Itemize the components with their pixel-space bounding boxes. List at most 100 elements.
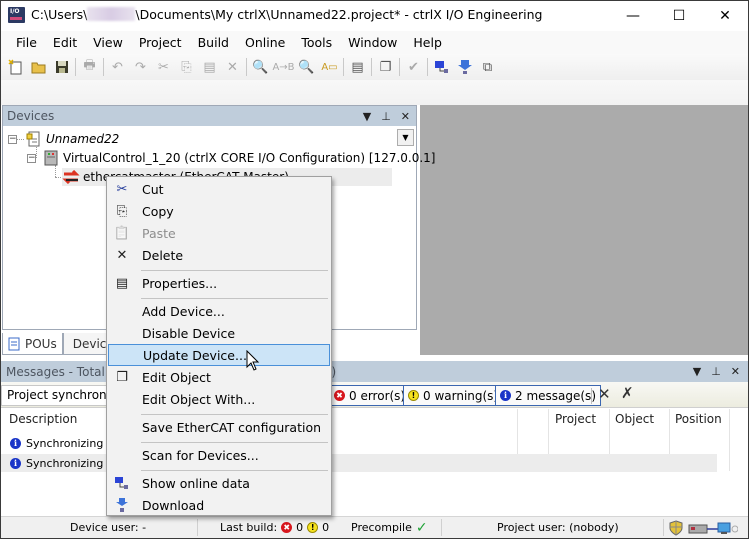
- connection-status[interactable]: [688, 517, 738, 538]
- properties-icon[interactable]: ▤: [346, 56, 369, 78]
- clear-messages-icon[interactable]: ✕: [598, 385, 611, 403]
- warning-icon: !: [408, 390, 419, 401]
- cut-icon[interactable]: ✂: [152, 56, 175, 78]
- replace-in-project-icon[interactable]: A▭: [318, 56, 341, 78]
- menu-item-properties[interactable]: ▤ Properties...: [108, 272, 330, 294]
- panel-close-icon[interactable]: ✕: [401, 110, 410, 123]
- messages-filter-button[interactable]: i 2 message(s): [495, 385, 601, 406]
- device-user-status: Device user: -: [70, 517, 146, 538]
- column-project[interactable]: Project: [555, 412, 596, 426]
- replace-icon[interactable]: A→B: [272, 56, 295, 78]
- status-separator: [663, 519, 664, 536]
- menu-item-show-online-data[interactable]: Show online data: [108, 472, 330, 494]
- error-icon: ✖: [334, 390, 345, 401]
- compile-check-icon[interactable]: ✔: [402, 56, 425, 78]
- online-data-icon[interactable]: [430, 56, 453, 78]
- paste-icon[interactable]: ▤: [198, 56, 221, 78]
- menu-separator: [141, 470, 328, 471]
- panel-menu-icon[interactable]: ▼: [363, 110, 371, 123]
- project-user-status: Project user: (nobody): [497, 517, 619, 538]
- close-button[interactable]: ✕: [702, 0, 748, 31]
- menu-item-label: Add Device...: [142, 303, 225, 319]
- find-icon[interactable]: 🔍: [249, 56, 272, 78]
- tree-item-controller[interactable]: − VirtualControl_1_20 (ctrlX CORE I/O Co…: [27, 149, 436, 167]
- menu-item-edit-object[interactable]: ❐ Edit Object: [108, 366, 330, 388]
- collapse-icon[interactable]: −: [27, 153, 36, 163]
- error-icon: ✖: [281, 522, 293, 533]
- menu-item-delete[interactable]: ✕ Delete: [108, 244, 330, 266]
- toolbar-strip: [1, 80, 748, 105]
- menu-item-scan-for-devices[interactable]: Scan for Devices...: [108, 444, 330, 466]
- duplicate-icon[interactable]: ⧉: [476, 56, 499, 78]
- clear-all-messages-icon[interactable]: ✗: [621, 384, 634, 402]
- panel-menu-icon[interactable]: ▼: [693, 365, 701, 378]
- controller-icon: [44, 150, 58, 166]
- undo-icon[interactable]: ↶: [106, 56, 129, 78]
- toolbar-separator: [371, 58, 372, 76]
- title-prefix: C:\Users\: [31, 7, 88, 22]
- maximize-button[interactable]: ☐: [656, 0, 702, 31]
- menu-help[interactable]: Help: [405, 32, 450, 54]
- info-icon: i: [10, 437, 21, 449]
- panel-close-icon[interactable]: ✕: [731, 365, 740, 378]
- column-object[interactable]: Object: [615, 412, 654, 426]
- menu-item-cut[interactable]: ✂ Cut: [108, 178, 330, 200]
- delete-icon: ✕: [116, 247, 128, 263]
- menu-item-add-device[interactable]: Add Device...: [108, 300, 330, 322]
- menu-item-label: Scan for Devices...: [142, 447, 259, 463]
- menu-item-download[interactable]: Download: [108, 494, 330, 516]
- warnings-filter-button[interactable]: ! 0 warning(s): [403, 385, 504, 406]
- menu-item-disable-device[interactable]: Disable Device: [108, 322, 330, 344]
- open-object-icon[interactable]: ❐: [374, 56, 397, 78]
- menu-view[interactable]: View: [85, 32, 131, 54]
- menu-separator: [141, 442, 328, 443]
- pin-icon[interactable]: ⊥: [711, 365, 721, 378]
- menu-edit[interactable]: Edit: [45, 32, 85, 54]
- menu-build[interactable]: Build: [190, 32, 237, 54]
- column-description[interactable]: Description: [9, 412, 77, 426]
- context-menu: ✂ Cut ⎘ Copy 📋 Paste ✕ Delete ▤ Properti…: [106, 176, 332, 516]
- menu-tools[interactable]: Tools: [293, 32, 340, 54]
- tree-dropdown-button[interactable]: ▼: [397, 129, 414, 146]
- column-position[interactable]: Position: [675, 412, 722, 426]
- menu-item-label: Update Device...: [143, 347, 247, 363]
- close-icon: ✕: [719, 7, 731, 24]
- tab-pous[interactable]: POUs: [2, 333, 63, 355]
- ethercat-icon: [62, 170, 80, 184]
- info-icon: i: [500, 390, 511, 401]
- menu-window[interactable]: Window: [340, 32, 405, 54]
- tree-item-project[interactable]: − Unnamed22: [8, 130, 119, 148]
- menu-item-update-device[interactable]: Update Device...: [108, 344, 330, 366]
- redo-icon[interactable]: ↷: [129, 56, 152, 78]
- save-icon[interactable]: [50, 56, 73, 78]
- menu-online[interactable]: Online: [237, 32, 293, 54]
- menu-item-edit-object-with[interactable]: Edit Object With...: [108, 388, 330, 410]
- menu-item-paste[interactable]: 📋 Paste: [108, 222, 330, 244]
- last-build-errors: 0: [296, 521, 304, 534]
- errors-filter-button[interactable]: ✖ 0 error(s): [329, 385, 411, 406]
- delete-icon[interactable]: ✕: [221, 56, 244, 78]
- menu-item-save-ethercat-configuration[interactable]: Save EtherCAT configuration: [108, 416, 330, 438]
- minimize-button[interactable]: —: [610, 0, 656, 31]
- pous-icon: [8, 337, 20, 350]
- warning-icon: !: [307, 522, 319, 533]
- copy-icon[interactable]: ⎘: [175, 56, 198, 78]
- menu-file[interactable]: File: [8, 32, 45, 54]
- properties-icon: ▤: [115, 275, 129, 291]
- find-in-project-icon[interactable]: 🔍: [295, 56, 318, 78]
- new-project-icon[interactable]: [4, 56, 27, 78]
- collapse-icon[interactable]: −: [8, 134, 17, 144]
- open-folder-icon[interactable]: [27, 56, 50, 78]
- devices-panel-title: Devices: [7, 109, 55, 123]
- menu-project[interactable]: Project: [131, 32, 190, 54]
- column-divider: [729, 409, 730, 471]
- panel-tabs: POUs Devices: [2, 333, 115, 355]
- precompile-status: Precompile ✓: [351, 517, 428, 538]
- download-icon[interactable]: [453, 56, 476, 78]
- pin-icon[interactable]: ⊥: [381, 110, 391, 123]
- security-status[interactable]: [669, 517, 683, 538]
- menu-item-label: Properties...: [142, 275, 218, 291]
- print-icon[interactable]: 🖶: [78, 56, 101, 78]
- menu-item-copy[interactable]: ⎘ Copy: [108, 200, 330, 222]
- shield-icon: [669, 519, 683, 536]
